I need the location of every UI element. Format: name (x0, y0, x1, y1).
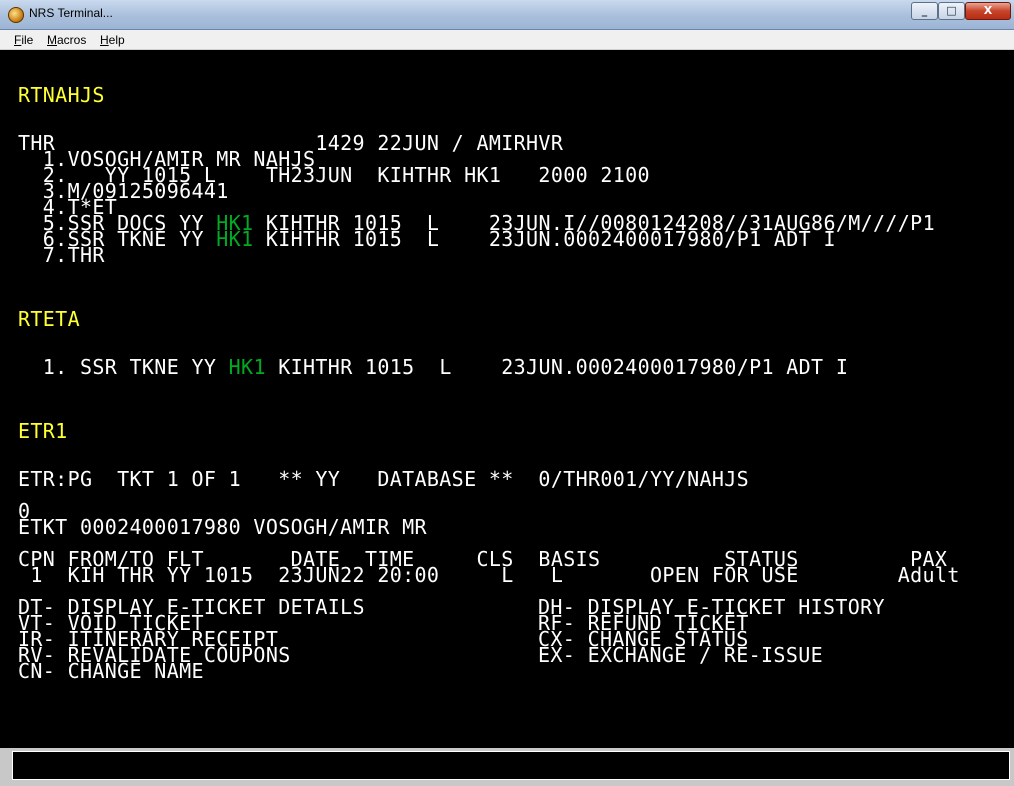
terminal-screen[interactable]: RTNAHJS THR 1429 22JUN / AMIRHVR 1.VOSOG… (4, 51, 1010, 747)
pnr-line-office: 7.THR (18, 243, 105, 267)
coupon-table-row: 1 KIH THR YY 1015 23JUN22 20:00 L L OPEN… (18, 563, 960, 587)
etr-ticket-line: ETKT 0002400017980 VOSOGH/AMIR MR (18, 515, 427, 539)
eta-line: 1. SSR TKNE YY HK1 KIHTHR 1015 L 23JUN.0… (18, 357, 848, 377)
command-input-area (0, 748, 1014, 786)
command-echo-rtnahjs: RTNAHJS (18, 83, 105, 107)
menu-bar: File Macros Help (0, 30, 1014, 50)
option-cn: CN- CHANGE NAME (18, 659, 204, 683)
ssr-tkne-status: HK1 (216, 227, 254, 251)
ssr-tkne-suffix: KIHTHR 1015 L 23JUN.0002400017980/P1 ADT… (253, 227, 836, 251)
pnr-line-ssr-tkne: 6.SSR TKNE YY HK1 KIHTHR 1015 L 23JUN.00… (18, 229, 836, 249)
maximize-button[interactable]: □ (938, 2, 965, 20)
app-logo-icon (8, 7, 24, 23)
close-button[interactable]: X (965, 2, 1011, 20)
menu-help[interactable]: Help (100, 33, 125, 47)
command-input[interactable] (12, 751, 1010, 780)
command-echo-etr1: ETR1 (18, 419, 68, 443)
minimize-button[interactable]: _ (911, 2, 938, 20)
window-title: NRS Terminal... (29, 6, 113, 20)
eta-status: HK1 (228, 355, 266, 379)
eta-prefix: 1. SSR TKNE YY (18, 355, 229, 379)
command-echo-rteta: RTETA (18, 307, 80, 331)
option-ex: EX- EXCHANGE / RE-ISSUE (538, 643, 823, 667)
etr-header: ETR:PG TKT 1 OF 1 ** YY DATABASE ** 0/TH… (18, 467, 750, 491)
menu-file[interactable]: File (14, 33, 33, 47)
title-bar[interactable]: NRS Terminal... _ □ X (0, 0, 1014, 30)
eta-suffix: KIHTHR 1015 L 23JUN.0002400017980/P1 ADT… (265, 355, 849, 379)
menu-macros[interactable]: Macros (47, 33, 86, 47)
